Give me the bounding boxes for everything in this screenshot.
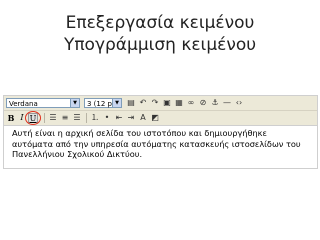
source-icon[interactable]: ‹› — [234, 98, 244, 108]
align-center-icon[interactable]: ≡ — [60, 113, 70, 123]
editor-toolbar: Verdana ▼ 3 (12 pt) ▼ ▤ ↶ ↷ ▣ ▦ ∞ ⊘ ⚓ — … — [4, 96, 317, 111]
align-right-icon[interactable]: ☰ — [72, 113, 82, 123]
link-icon[interactable]: ∞ — [186, 98, 196, 108]
outdent-icon[interactable]: ⇤ — [114, 113, 124, 123]
paste-icon[interactable]: ▤ — [126, 98, 136, 108]
editor-line: Πανελλήνιου Σχολικού Δικτύου. — [12, 149, 143, 159]
editor-line: Αυτή είναι η αρχική σελίδα του ιστοτόπου… — [12, 128, 267, 138]
anchor-icon[interactable]: ⚓ — [210, 98, 220, 108]
editor-screenshot: Verdana ▼ 3 (12 pt) ▼ ▤ ↶ ↷ ▣ ▦ ∞ ⊘ ⚓ — … — [3, 95, 318, 169]
redo-icon[interactable]: ↷ — [150, 98, 160, 108]
bold-button[interactable]: B — [6, 113, 16, 123]
image-icon[interactable]: ▣ — [162, 98, 172, 108]
editor-content[interactable]: Αυτή είναι η αρχική σελίδα του ιστοτόπου… — [12, 128, 314, 160]
bullet-list-icon[interactable]: • — [102, 113, 112, 123]
indent-icon[interactable]: ⇥ — [126, 113, 136, 123]
hr-icon[interactable]: — — [222, 98, 232, 108]
separator — [44, 113, 45, 123]
font-select-value: Verdana — [9, 100, 38, 108]
table-icon[interactable]: ▦ — [174, 98, 184, 108]
unlink-icon[interactable]: ⊘ — [198, 98, 208, 108]
chevron-down-icon: ▼ — [70, 99, 79, 107]
separator — [86, 113, 87, 123]
size-select[interactable]: 3 (12 pt) ▼ — [84, 98, 122, 108]
text-color-icon[interactable]: A — [138, 113, 148, 123]
font-select[interactable]: Verdana ▼ — [6, 98, 80, 108]
undo-icon[interactable]: ↶ — [138, 98, 148, 108]
align-left-icon[interactable]: ☰ — [48, 113, 58, 123]
highlight-color-icon[interactable]: ◩ — [150, 113, 160, 123]
slide-title: Επεξεργασία κειμένου — [65, 13, 255, 33]
ordered-list-icon[interactable]: ⒈ — [90, 113, 100, 123]
format-toolbar: B I U ☰ ≡ ☰ ⒈ • ⇤ ⇥ A ◩ — [4, 111, 317, 126]
chevron-down-icon: ▼ — [112, 99, 121, 107]
editor-line: αυτόματα από την υπηρεσία αυτόματης κατα… — [12, 138, 301, 149]
slide-subtitle: Υπογράμμιση κειμένου — [63, 35, 257, 55]
highlight-circle — [25, 111, 41, 125]
